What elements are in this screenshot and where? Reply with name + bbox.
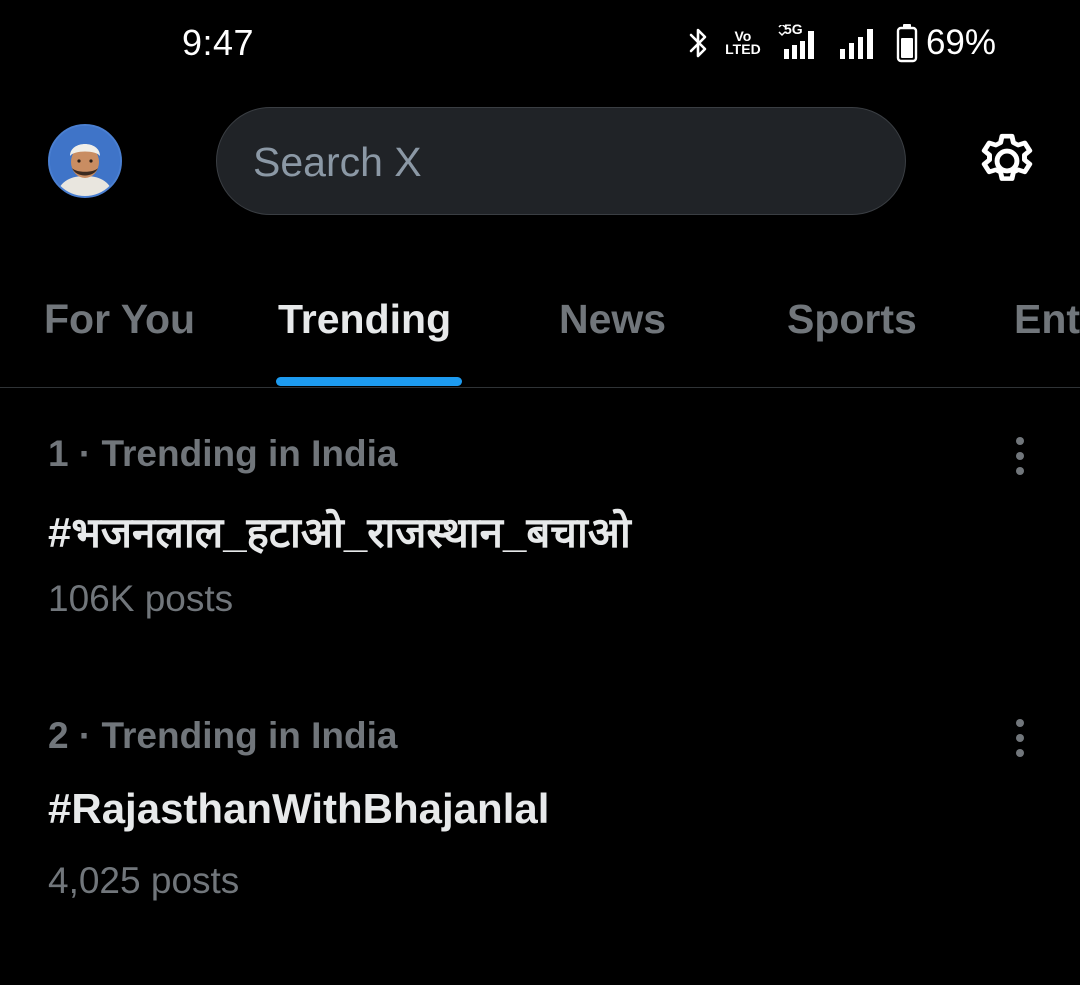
trend-context: 1 · Trending in India	[48, 433, 398, 474]
status-time: 9:47	[182, 22, 255, 63]
status-icons: Vo LTED 5G 69%	[688, 20, 996, 66]
trend-hashtag[interactable]: #भजनलाल_हटाओ_राजस्थान_बचाओ	[48, 503, 631, 560]
trend-post-count: 4,025 posts	[48, 860, 240, 901]
signal-icon	[838, 25, 882, 61]
trend-hashtag[interactable]: #RajasthanWithBhajanlal	[48, 785, 549, 833]
explore-tabs: For You Trending News Sports Ent	[0, 270, 1080, 388]
avatar[interactable]	[48, 124, 122, 198]
bluetooth-icon	[688, 25, 710, 61]
tab-for-you[interactable]: For You	[44, 296, 195, 343]
tab-sports[interactable]: Sports	[787, 296, 917, 343]
status-bar: 9:47 Vo LTED 5G 69%	[0, 0, 1080, 90]
tab-trending[interactable]: Trending	[278, 296, 451, 343]
volte-bottom-label: LTED	[725, 41, 761, 57]
battery-percentage: 69%	[925, 23, 996, 62]
more-options-icon[interactable]	[1004, 435, 1036, 483]
signal-5g-icon: 5G	[776, 21, 824, 61]
trend-post-count: 106K posts	[48, 578, 234, 619]
battery-icon	[896, 23, 918, 63]
gear-icon[interactable]	[972, 126, 1042, 196]
search-input[interactable]	[253, 134, 853, 190]
trend-item[interactable]: 1 · Trending in India #भजनलाल_हटाओ_राजस्…	[0, 433, 1080, 703]
more-options-icon[interactable]	[1004, 717, 1036, 765]
active-tab-indicator	[276, 377, 462, 386]
network-type-label: 5G	[783, 21, 803, 37]
tab-entertainment[interactable]: Ent	[1014, 296, 1080, 343]
volte-icon: Vo LTED	[724, 29, 762, 57]
trend-item[interactable]: 2 · Trending in India #RajasthanWithBhaj…	[0, 715, 1080, 985]
tab-news[interactable]: News	[559, 296, 666, 343]
trend-context: 2 · Trending in India	[48, 715, 398, 756]
search-bar[interactable]	[216, 107, 906, 215]
